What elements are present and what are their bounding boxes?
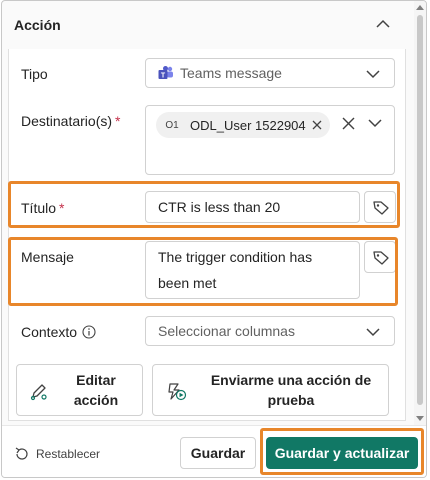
contexto-select[interactable]: Seleccionar columnas <box>145 316 395 346</box>
tipo-select[interactable]: T Teams message <box>145 58 395 88</box>
send-test-action-button[interactable]: Enviarme una acción de prueba <box>152 364 389 416</box>
action-card: Tipo T Teams message Destinatario(s) * O1… <box>8 49 406 421</box>
chevron-down-icon[interactable] <box>366 69 380 79</box>
section-header[interactable]: Acción <box>2 1 416 49</box>
destinatario-label: Destinatario(s) * <box>21 113 120 129</box>
tipo-value: Teams message <box>180 65 282 81</box>
reset-icon <box>15 447 28 460</box>
contexto-label-text: Contexto <box>21 324 78 340</box>
svg-text:T: T <box>161 72 166 79</box>
edit-action-line-1: Editar <box>76 372 116 388</box>
recipient-picker[interactable]: O1 ODL_User 1522904 <box>145 105 395 175</box>
edit-action-label: Editar acción <box>61 370 131 410</box>
reset-button[interactable]: Restablecer <box>14 446 100 462</box>
avatar: O1 <box>165 119 179 131</box>
edit-flow-icon <box>30 384 47 401</box>
remove-chip-icon[interactable] <box>312 120 322 130</box>
reset-label: Restablecer <box>36 447 101 461</box>
chevron-up-icon[interactable] <box>376 19 390 29</box>
action-panel: Acción Tipo T Teams message Destinatario… <box>1 0 427 478</box>
info-icon[interactable] <box>82 325 96 339</box>
edit-action-line-2: acción <box>73 392 119 408</box>
required-mark: * <box>115 113 121 129</box>
edit-action-button[interactable]: Editar acción <box>16 364 143 416</box>
tipo-label: Tipo <box>21 66 48 82</box>
scrollbar[interactable] <box>414 1 426 425</box>
titulo-highlight <box>8 181 400 228</box>
scroll-thumb[interactable] <box>417 15 423 405</box>
recipient-name: ODL_User 1522904 <box>190 117 306 133</box>
send-test-line-2: prueba <box>267 392 315 408</box>
send-test-line-1: Enviarme una acción de <box>210 372 372 388</box>
send-test-icon <box>168 383 187 401</box>
teams-icon: T <box>158 66 173 79</box>
contexto-label: Contexto <box>21 324 96 340</box>
destinatario-label-text: Destinatario(s) <box>21 113 113 129</box>
send-test-label: Enviarme una acción de prueba <box>201 370 381 410</box>
chevron-down-icon[interactable] <box>366 327 380 337</box>
scroll-down-arrow[interactable] <box>416 416 424 421</box>
section-title: Acción <box>14 17 61 33</box>
recipient-chip: O1 ODL_User 1522904 <box>156 112 330 138</box>
mensaje-highlight <box>8 237 398 306</box>
save-button[interactable]: Guardar <box>180 437 256 469</box>
save-update-highlight <box>260 428 424 475</box>
scroll-up-arrow[interactable] <box>416 5 424 10</box>
chevron-down-icon[interactable] <box>368 118 382 128</box>
contexto-placeholder: Seleccionar columnas <box>158 323 295 339</box>
clear-icon[interactable] <box>342 117 355 130</box>
